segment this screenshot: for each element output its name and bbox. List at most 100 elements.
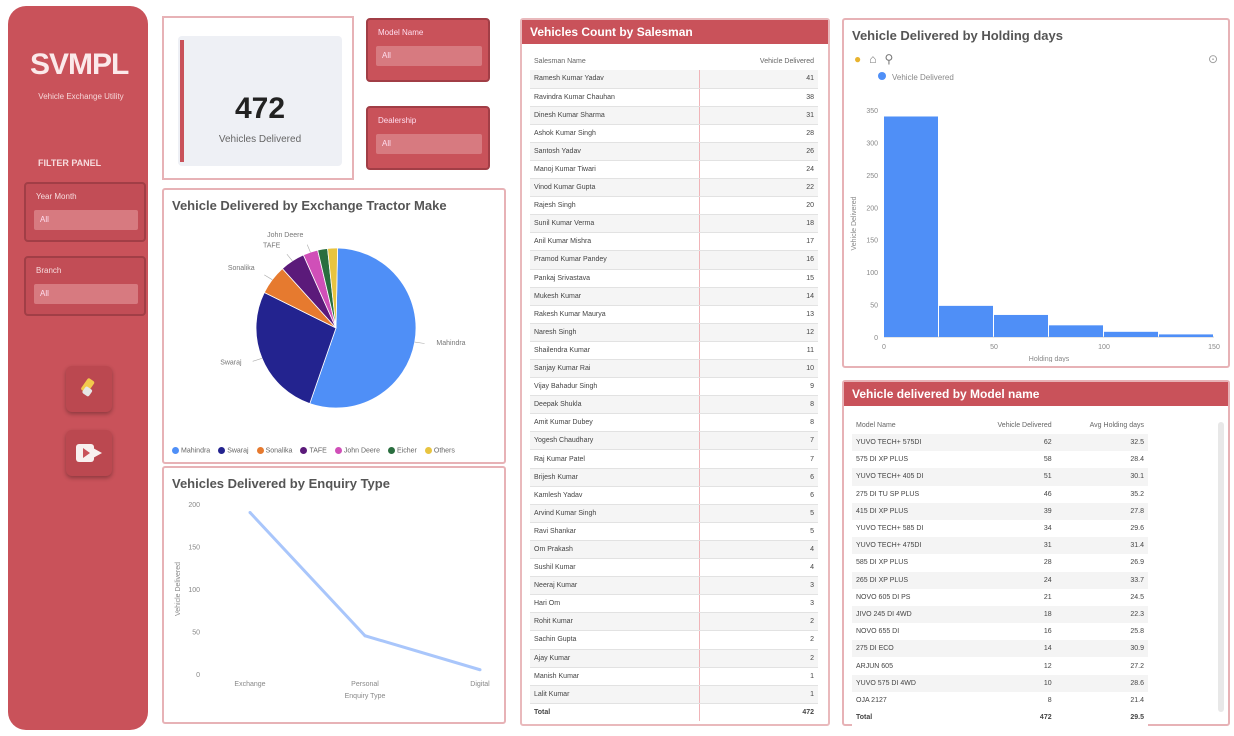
table-row[interactable]: YUVO TECH+ 405 DI 51 30.1 xyxy=(852,468,1148,486)
bar-75-100[interactable] xyxy=(1049,325,1103,337)
table-row[interactable]: Neeraj Kumar 3 xyxy=(530,576,818,596)
salesman-name-cell: Vinod Kumar Gupta xyxy=(530,178,700,198)
table-row[interactable]: Mukesh Kumar 14 xyxy=(530,287,818,306)
table-row[interactable]: Hari Om 3 xyxy=(530,594,818,614)
table-row[interactable]: YUVO TECH+ 585 DI 34 29.6 xyxy=(852,520,1148,537)
table-row[interactable]: Sachin Gupta 2 xyxy=(530,630,818,650)
bar-100-125[interactable] xyxy=(1104,331,1158,337)
table-row[interactable]: Vinod Kumar Gupta 22 xyxy=(530,178,818,198)
column-header[interactable]: Avg Holding days xyxy=(1056,416,1148,434)
table-row[interactable]: Ravi Shankar 5 xyxy=(530,522,818,541)
table-row[interactable]: Anil Kumar Mishra 17 xyxy=(530,232,818,252)
clear-filters-button[interactable] xyxy=(66,366,112,412)
avg-holding-cell: 28.4 xyxy=(1130,456,1144,464)
dealership-dropdown[interactable]: All xyxy=(376,134,482,154)
table-row[interactable]: Manish Kumar 1 xyxy=(530,667,818,686)
kpi-accent-bar xyxy=(180,40,184,162)
legend-label: Eicher xyxy=(397,447,417,454)
legend-item[interactable]: Swaraj xyxy=(218,446,249,454)
table-row[interactable]: Om Prakash 4 xyxy=(530,540,818,560)
table-row[interactable]: YUVO TECH+ 475DI 31 31.4 xyxy=(852,537,1148,555)
column-header[interactable]: Salesman Name xyxy=(530,52,700,70)
legend-item[interactable]: Mahindra xyxy=(172,446,210,454)
y-tick-label: 150 xyxy=(188,545,200,552)
legend-item[interactable]: John Deere xyxy=(334,446,380,454)
column-header[interactable]: Vehicle Delivered xyxy=(964,416,1056,434)
slice-leader-line xyxy=(306,244,311,253)
y-tick-label: 0 xyxy=(874,335,878,342)
table-row[interactable]: 575 DI XP PLUS 58 28.4 xyxy=(852,451,1148,468)
line-point-personal[interactable] xyxy=(363,634,367,638)
legend-item[interactable]: Eicher xyxy=(388,446,417,454)
table-row[interactable]: ARJUN 605 12 27.2 xyxy=(852,657,1148,674)
table-row[interactable]: YUVO TECH+ 575DI 62 32.5 xyxy=(852,434,1148,452)
table-row[interactable]: 265 DI XP PLUS 24 33.7 xyxy=(852,571,1148,589)
scrollbar[interactable] xyxy=(1218,422,1224,712)
table-row[interactable]: Sunil Kumar Verma 18 xyxy=(530,214,818,234)
more-options-icon[interactable]: ⊙ xyxy=(1208,52,1218,66)
model-name-cell: YUVO 575 DI 4WD xyxy=(852,674,964,692)
table-row[interactable]: Vijay Bahadur Singh 9 xyxy=(530,377,818,397)
table-row[interactable]: JIVO 245 DI 4WD 18 22.3 xyxy=(852,605,1148,624)
model-name-cell: NOVO 605 DI PS xyxy=(856,593,911,601)
table-row[interactable]: Rajesh Singh 20 xyxy=(530,196,818,216)
table-row[interactable]: Raj Kumar Patel 7 xyxy=(530,449,818,469)
legend-item[interactable]: TAFE xyxy=(300,446,327,454)
table-row[interactable]: Manoj Kumar Tiwari 24 xyxy=(530,160,818,180)
table-row[interactable]: Dinesh Kumar Sharma 31 xyxy=(530,106,818,125)
salesman-name-cell: Kamlesh Yadav xyxy=(530,486,700,505)
table-row[interactable]: Deepak Shukla 8 xyxy=(530,395,818,415)
table-header-row: Model Name Vehicle Delivered Avg Holding… xyxy=(852,416,1148,434)
table-row[interactable]: Pramod Kumar Pandey 16 xyxy=(530,250,818,270)
bar-50-75[interactable] xyxy=(994,314,1048,337)
table-row[interactable]: Ashok Kumar Singh 28 xyxy=(530,124,818,143)
table-row[interactable]: Sushil Kumar 4 xyxy=(530,558,818,578)
model-name-dropdown[interactable]: All xyxy=(376,46,482,66)
table-row[interactable]: Naresh Singh 12 xyxy=(530,323,818,342)
bar-0-25[interactable] xyxy=(884,116,938,337)
table-row[interactable]: Arvind Kumar Singh 5 xyxy=(530,504,818,523)
table-row[interactable]: Rakesh Kumar Maurya 13 xyxy=(530,305,818,324)
vehicle-count-cell: 1 xyxy=(699,667,818,686)
table-row[interactable]: NOVO 655 DI 16 25.8 xyxy=(852,623,1148,640)
bar-25-50[interactable] xyxy=(939,305,993,337)
line-series[interactable] xyxy=(248,511,481,672)
home-icon[interactable]: ⌂ xyxy=(869,52,876,66)
total-row: Total 472 xyxy=(530,703,818,722)
legend-item[interactable]: Others xyxy=(424,446,455,454)
branch-dropdown[interactable]: All xyxy=(34,284,138,304)
table-row[interactable]: Ajay Kumar 2 xyxy=(530,649,818,668)
table-row[interactable]: Santosh Yadav 26 xyxy=(530,142,818,161)
table-row[interactable]: 415 DI XP PLUS 39 27.8 xyxy=(852,502,1148,520)
year-month-dropdown[interactable]: All xyxy=(34,210,138,230)
bar-125-150[interactable] xyxy=(1159,334,1213,337)
table-row[interactable]: 275 DI TU SP PLUS 46 35.2 xyxy=(852,486,1148,503)
table-row[interactable]: Kamlesh Yadav 6 xyxy=(530,486,818,505)
table-row[interactable]: 585 DI XP PLUS 28 26.9 xyxy=(852,554,1148,571)
table-row[interactable]: Ravindra Kumar Chauhan 38 xyxy=(530,88,818,107)
table-row[interactable]: Shailendra Kumar 11 xyxy=(530,341,818,361)
table-row[interactable]: Amit Kumar Dubey 8 xyxy=(530,413,818,433)
line-point-digital[interactable] xyxy=(478,668,482,672)
lightbulb-icon[interactable]: ● xyxy=(854,52,861,66)
column-header[interactable]: Model Name xyxy=(852,416,964,434)
table-row[interactable]: Sanjay Kumar Rai 10 xyxy=(530,359,818,379)
table-row[interactable]: Ramesh Kumar Yadav 41 xyxy=(530,70,818,89)
table-row[interactable]: Lalit Kumar 1 xyxy=(530,685,818,704)
table-row[interactable]: Rohit Kumar 2 xyxy=(530,612,818,632)
legend-item[interactable]: Sonalika xyxy=(256,446,292,454)
table-row[interactable]: YUVO 575 DI 4WD 10 28.6 xyxy=(852,674,1148,692)
column-header[interactable]: Vehicle Delivered xyxy=(700,52,818,70)
line-point-exchange[interactable] xyxy=(248,511,252,514)
table-row[interactable]: Pankaj Srivastava 15 xyxy=(530,269,818,288)
x-axis-label: Holding days xyxy=(1029,356,1070,362)
x-tick-label: 150 xyxy=(1208,344,1220,351)
table-row[interactable]: OJA 2127 8 21.4 xyxy=(852,692,1148,709)
table-row[interactable]: Brijesh Kumar 6 xyxy=(530,468,818,487)
zoom-icon[interactable]: ⚲ xyxy=(885,52,894,66)
y-axis-label: Vehicle Delivered xyxy=(851,196,858,250)
go-button[interactable] xyxy=(66,430,112,476)
table-row[interactable]: 275 DI ECO 14 30.9 xyxy=(852,640,1148,658)
table-row[interactable]: Yogesh Chaudhary 7 xyxy=(530,431,818,451)
table-row[interactable]: NOVO 605 DI PS 21 24.5 xyxy=(852,589,1148,606)
